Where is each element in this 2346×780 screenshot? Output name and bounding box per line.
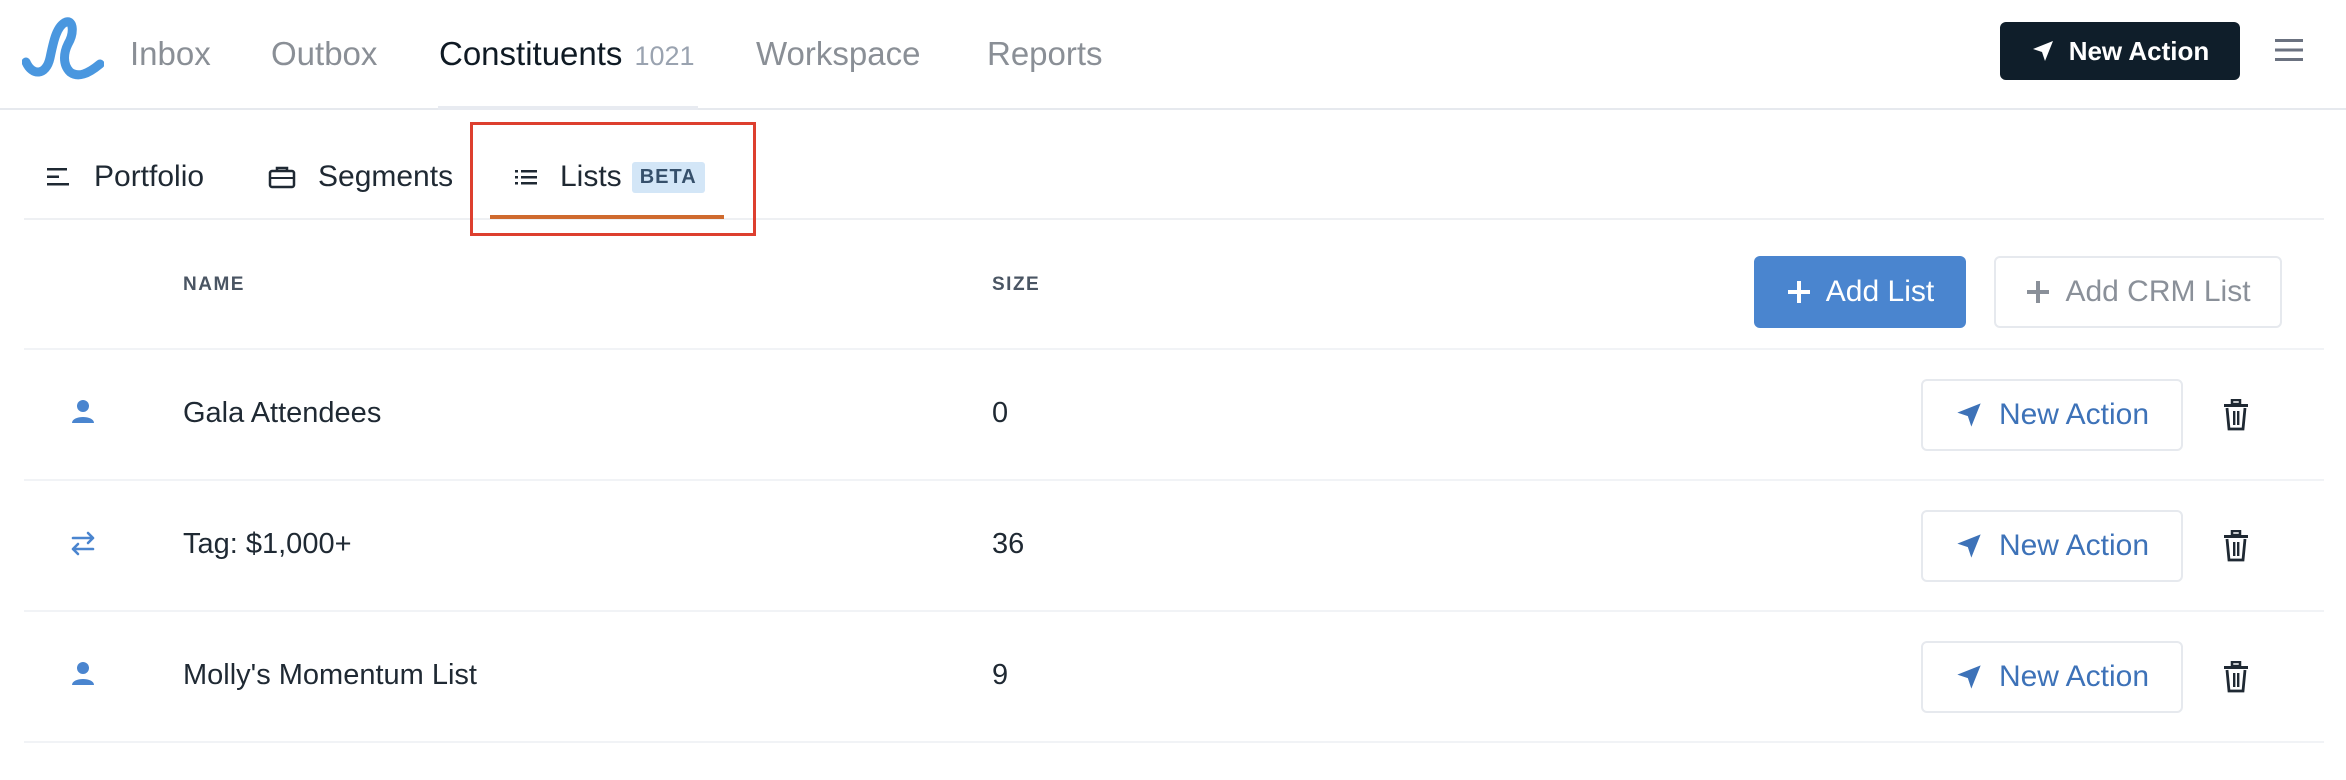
column-header-name[interactable]: NAME — [183, 274, 245, 296]
add-list-button[interactable]: Add List — [1754, 256, 1966, 328]
table-row[interactable]: Tag: $1,000+ 36 New Action — [24, 482, 2324, 612]
tab-portfolio[interactable]: Portfolio — [46, 152, 204, 202]
nav-inbox[interactable]: Inbox — [130, 30, 211, 78]
constituents-subtabs: Portfolio Segments Lists BETA — [24, 112, 2324, 220]
send-icon — [1957, 403, 1981, 427]
table-row[interactable]: Gala Attendees 0 New Action — [24, 351, 2324, 481]
top-navigation-bar: Inbox Outbox Constituents 1021 Workspace … — [0, 0, 2346, 110]
trash-icon[interactable] — [2222, 399, 2250, 431]
tab-segments[interactable]: Segments — [268, 152, 453, 202]
trash-icon[interactable] — [2222, 530, 2250, 562]
nav-constituents[interactable]: Constituents 1021 — [439, 30, 695, 78]
nav-outbox-label: Outbox — [271, 35, 378, 72]
plus-icon — [2027, 281, 2050, 303]
add-crm-list-label: Add CRM List — [2065, 275, 2251, 308]
new-action-header-button[interactable]: New Action — [2000, 22, 2240, 80]
new-action-header-label: New Action — [2068, 35, 2210, 66]
add-list-label: Add List — [1825, 275, 1935, 308]
active-nav-underline — [438, 106, 698, 110]
nav-inbox-label: Inbox — [130, 35, 211, 72]
briefcase-icon — [268, 166, 296, 189]
table-row[interactable]: Molly's Momentum List 9 New Action — [24, 613, 2324, 743]
hamburger-menu-icon[interactable] — [2274, 36, 2304, 64]
row-new-action-label: New Action — [1998, 398, 2150, 431]
trash-icon[interactable] — [2222, 661, 2250, 693]
add-crm-list-button[interactable]: Add CRM List — [1994, 256, 2282, 328]
row-new-action-label: New Action — [1998, 529, 2150, 562]
send-icon — [1957, 534, 1981, 558]
nav-workspace[interactable]: Workspace — [756, 30, 920, 78]
list-size: 9 — [992, 659, 1009, 691]
list-name[interactable]: Molly's Momentum List — [183, 659, 477, 692]
person-icon — [68, 659, 98, 689]
nav-outbox[interactable]: Outbox — [271, 30, 377, 78]
list-size: 0 — [992, 397, 1009, 429]
send-icon — [2032, 41, 2053, 61]
lists-tab-highlight — [470, 122, 756, 236]
list-name[interactable]: Tag: $1,000+ — [183, 528, 352, 561]
lists-table-header: NAME SIZE Add List Add CRM List — [24, 222, 2324, 350]
list-name[interactable]: Gala Attendees — [183, 397, 381, 430]
nav-workspace-label: Workspace — [756, 35, 921, 72]
tab-segments-label: Segments — [318, 160, 454, 193]
list-size: 36 — [992, 528, 1025, 560]
send-icon — [1957, 665, 1981, 689]
align-left-icon — [47, 168, 69, 186]
sync-arrows-icon — [68, 528, 98, 558]
nav-reports-label: Reports — [987, 35, 1103, 72]
person-icon — [68, 397, 98, 427]
column-header-size[interactable]: SIZE — [992, 274, 1040, 296]
constituents-count-badge: 1021 — [634, 41, 695, 71]
app-logo-icon[interactable] — [22, 14, 104, 80]
row-new-action-button[interactable]: New Action — [1921, 641, 2183, 713]
row-new-action-button[interactable]: New Action — [1921, 379, 2183, 451]
tab-portfolio-label: Portfolio — [94, 160, 205, 193]
row-new-action-button[interactable]: New Action — [1921, 510, 2183, 582]
nav-constituents-label: Constituents — [439, 35, 623, 72]
nav-reports[interactable]: Reports — [987, 30, 1103, 78]
row-new-action-label: New Action — [1998, 660, 2150, 693]
plus-icon — [1787, 281, 1810, 303]
